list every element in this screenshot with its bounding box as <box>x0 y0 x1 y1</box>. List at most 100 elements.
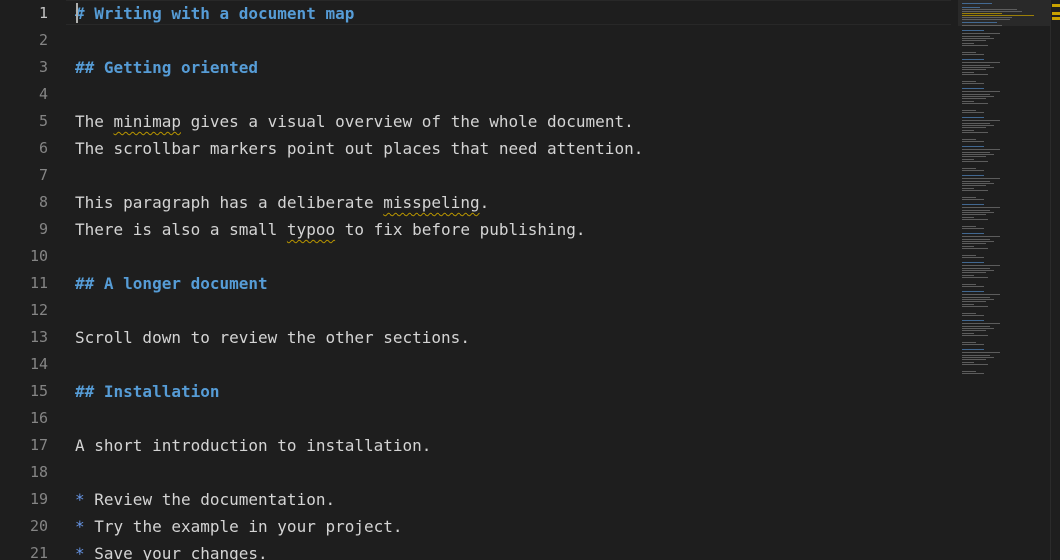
line-number-gutter[interactable]: 1 2 3 4 5 6 7 8 9 10 11 12 13 14 15 16 17 18 19 20 21 <box>0 0 56 560</box>
minimap-line <box>962 344 984 345</box>
minimap-line <box>962 36 990 37</box>
line-number[interactable]: 20 <box>0 513 48 540</box>
line-number[interactable]: 17 <box>0 432 48 459</box>
list-item-line[interactable]: * Review the documentation. <box>75 486 335 513</box>
minimap-line <box>962 330 986 331</box>
minimap-line <box>962 175 984 176</box>
text-cursor <box>76 3 78 23</box>
minimap-line <box>962 146 984 147</box>
minimap-line <box>962 40 986 41</box>
minimap-line <box>962 268 990 269</box>
line-number[interactable]: 16 <box>0 405 48 432</box>
text-editor[interactable]: 1 2 3 4 5 6 7 8 9 10 11 12 13 14 15 16 17 18 19 20 21 # Writ… <box>0 0 1060 560</box>
line-number[interactable]: 6 <box>0 135 48 162</box>
minimap-line <box>962 291 984 292</box>
minimap-line <box>962 120 1000 121</box>
minimap-line <box>962 313 976 314</box>
text-line[interactable]: There is also a small typoo to fix befor… <box>75 216 586 243</box>
text-line[interactable]: This paragraph has a deliberate misspeli… <box>75 189 489 216</box>
text-line[interactable]: The minimap gives a visual overview of t… <box>75 108 634 135</box>
vertical-scrollbar[interactable] <box>1050 0 1060 560</box>
minimap-line <box>962 52 976 53</box>
minimap-line <box>962 161 988 162</box>
minimap-line <box>962 45 988 46</box>
minimap-line <box>962 257 984 258</box>
markdown-heading-line[interactable]: ## Installation <box>75 378 220 405</box>
minimap-line <box>962 59 984 60</box>
minimap-line <box>962 262 984 263</box>
line-number[interactable]: 12 <box>0 297 48 324</box>
minimap-line <box>962 306 988 307</box>
line-number[interactable]: 1 <box>0 0 48 27</box>
line-number[interactable]: 18 <box>0 459 48 486</box>
minimap-line <box>962 125 994 126</box>
minimap-line <box>962 233 984 234</box>
list-item-line[interactable]: * Save your changes. <box>75 540 268 560</box>
line-number[interactable]: 5 <box>0 108 48 135</box>
list-item-line[interactable]: * Try the example in your project. <box>75 513 403 540</box>
minimap-line <box>962 243 986 244</box>
editor-text-area[interactable]: # Writing with a document map ## Getting … <box>75 0 945 560</box>
line-number[interactable]: 11 <box>0 270 48 297</box>
line-number[interactable]: 4 <box>0 81 48 108</box>
line-number[interactable]: 19 <box>0 486 48 513</box>
minimap-line <box>962 91 1000 92</box>
text-line[interactable]: The scrollbar markers point out places t… <box>75 135 643 162</box>
text-segment: There is also a small <box>75 220 287 239</box>
minimap-line <box>962 110 976 111</box>
minimap-line <box>962 83 984 84</box>
line-number[interactable]: 15 <box>0 378 48 405</box>
minimap-line <box>962 190 988 191</box>
markdown-heading-line[interactable]: ## A longer document <box>75 270 268 297</box>
list-item-text: Save your changes. <box>84 544 268 560</box>
spelling-error-word[interactable]: misspeling <box>383 193 479 212</box>
minimap-line <box>962 159 974 160</box>
line-number[interactable]: 14 <box>0 351 48 378</box>
line-number[interactable]: 9 <box>0 216 48 243</box>
minimap-line <box>962 130 974 131</box>
markdown-heading-line[interactable]: # Writing with a document map <box>75 0 354 27</box>
minimap-line <box>962 328 994 329</box>
scrollbar-warning-marker[interactable] <box>1052 4 1060 7</box>
line-number[interactable]: 21 <box>0 540 48 560</box>
minimap-line <box>962 275 974 276</box>
spelling-error-word[interactable]: typoo <box>287 220 335 239</box>
minimap-line <box>962 181 990 182</box>
minimap-line <box>962 22 997 23</box>
minimap-line <box>962 127 986 128</box>
minimap-line <box>962 210 990 211</box>
minimap-line <box>962 335 988 336</box>
minimap-line <box>962 178 1000 179</box>
list-bullet: * <box>75 490 85 509</box>
minimap-line <box>962 9 1017 10</box>
minimap-line <box>962 320 984 321</box>
markdown-heading-line[interactable]: ## Getting oriented <box>75 54 258 81</box>
text-line[interactable]: A short introduction to installation. <box>75 432 431 459</box>
line-number[interactable]: 8 <box>0 189 48 216</box>
text-line[interactable]: Scroll down to review the other sections… <box>75 324 470 351</box>
minimap-line <box>962 226 976 227</box>
line-number[interactable]: 10 <box>0 243 48 270</box>
line-number[interactable]: 13 <box>0 324 48 351</box>
minimap-line <box>962 19 1010 20</box>
minimap-line <box>962 185 986 186</box>
minimap-line <box>962 270 994 271</box>
list-bullet: * <box>75 517 85 536</box>
minimap-line <box>962 25 1002 26</box>
minimap-line <box>962 204 984 205</box>
minimap-line <box>962 3 992 4</box>
line-number[interactable]: 3 <box>0 54 48 81</box>
minimap-line <box>962 362 974 363</box>
minimap-line <box>962 297 990 298</box>
minimap-line <box>962 239 990 240</box>
minimap[interactable] <box>958 0 1050 560</box>
spelling-error-word[interactable]: minimap <box>114 112 181 131</box>
minimap-line <box>962 156 986 157</box>
minimap-line <box>962 214 986 215</box>
minimap-line <box>962 359 986 360</box>
line-number[interactable]: 7 <box>0 162 48 189</box>
minimap-line <box>962 349 984 350</box>
scrollbar-warning-marker[interactable] <box>1052 12 1060 15</box>
line-number[interactable]: 2 <box>0 27 48 54</box>
scrollbar-warning-marker[interactable] <box>1052 17 1060 20</box>
